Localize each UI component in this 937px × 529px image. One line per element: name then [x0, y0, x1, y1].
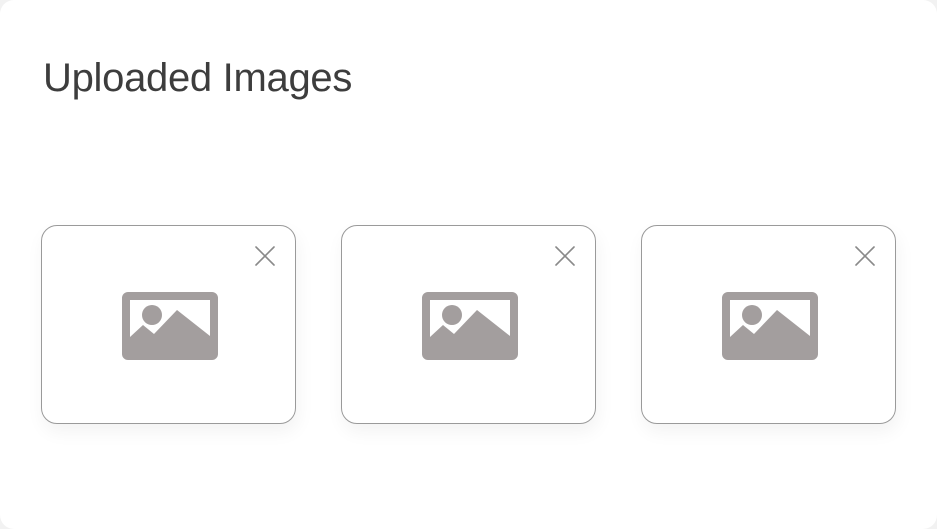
uploaded-images-panel: Uploaded Images — [0, 0, 937, 529]
image-placeholder-icon — [122, 292, 218, 360]
close-icon[interactable] — [853, 244, 877, 268]
uploaded-image-card[interactable] — [641, 225, 896, 424]
uploaded-image-card[interactable] — [341, 225, 596, 424]
close-icon[interactable] — [253, 244, 277, 268]
uploaded-image-card[interactable] — [41, 225, 296, 424]
page-title: Uploaded Images — [43, 56, 353, 100]
image-placeholder-icon — [422, 292, 518, 360]
image-placeholder-icon — [722, 292, 818, 360]
close-icon[interactable] — [553, 244, 577, 268]
uploaded-images-list — [41, 225, 897, 425]
